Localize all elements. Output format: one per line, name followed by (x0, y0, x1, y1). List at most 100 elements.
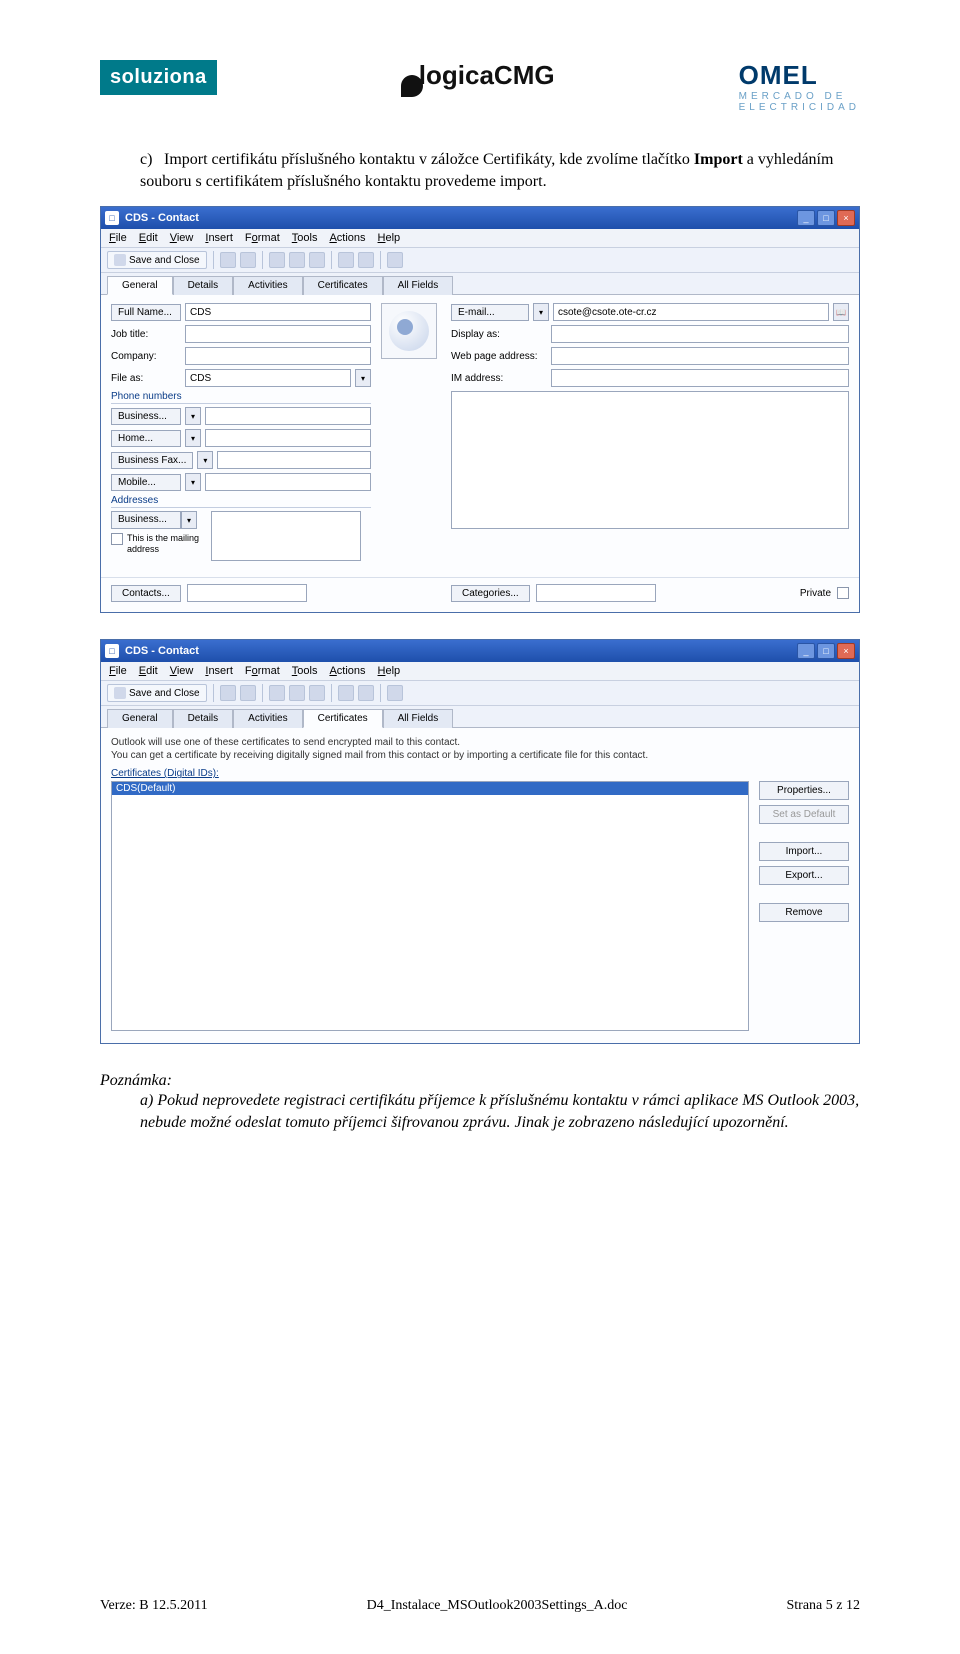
phone-bfax-button[interactable]: Business Fax... (111, 452, 193, 469)
save-icon (114, 254, 126, 266)
phone-business-button[interactable]: Business... (111, 408, 181, 425)
full-name-button[interactable]: Full Name... (111, 304, 181, 321)
webpage-input[interactable] (551, 347, 849, 365)
menu-file[interactable]: File (109, 665, 127, 677)
email-input[interactable] (553, 303, 829, 321)
notes-textarea[interactable] (451, 391, 849, 529)
company-label: Company: (111, 349, 181, 364)
phone-home-button[interactable]: Home... (111, 430, 181, 447)
tab-activities[interactable]: Activities (233, 276, 302, 295)
tab-certificates[interactable]: Certificates (303, 276, 383, 295)
file-as-input[interactable] (185, 369, 351, 387)
tab-allfields[interactable]: All Fields (383, 276, 454, 295)
contacts-button[interactable]: Contacts... (111, 585, 181, 602)
attach-icon[interactable] (240, 685, 256, 701)
properties-button[interactable]: Properties... (759, 781, 849, 800)
close-button[interactable]: × (837, 643, 855, 659)
menu-edit[interactable]: Edit (139, 232, 158, 244)
phone-mobile-dropdown[interactable]: ▾ (185, 473, 201, 491)
phone-business-input[interactable] (205, 407, 371, 425)
tab-activities[interactable]: Activities (233, 709, 302, 728)
flag-icon[interactable] (269, 252, 285, 268)
flag-icon[interactable] (269, 685, 285, 701)
check-icon[interactable] (289, 685, 305, 701)
cert-list-item-selected[interactable]: CDS(Default) (112, 782, 748, 795)
import-button[interactable]: Import... (759, 842, 849, 861)
prev-icon[interactable] (338, 252, 354, 268)
display-as-input[interactable] (551, 325, 849, 343)
menu-view[interactable]: View (170, 232, 194, 244)
save-close-button[interactable]: Save and Close (107, 684, 207, 702)
private-checkbox[interactable] (837, 587, 849, 599)
address-textarea[interactable] (211, 511, 361, 561)
menu-file[interactable]: File (109, 232, 127, 244)
tabbar: General Details Activities Certificates … (101, 273, 859, 295)
book-icon[interactable] (309, 252, 325, 268)
im-input[interactable] (551, 369, 849, 387)
addr-business-button[interactable]: Business... (111, 511, 181, 529)
menu-edit[interactable]: Edit (139, 665, 158, 677)
phone-mobile-input[interactable] (205, 473, 371, 491)
tab-details[interactable]: Details (173, 276, 234, 295)
phone-bfax-input[interactable] (217, 451, 371, 469)
footer-left: Verze: B 12.5.2011 (100, 1598, 208, 1614)
menu-format[interactable]: Format (245, 232, 280, 244)
tab-allfields[interactable]: All Fields (383, 709, 454, 728)
remove-button[interactable]: Remove (759, 903, 849, 922)
print-icon[interactable] (220, 252, 236, 268)
email-dropdown[interactable]: ▾ (533, 303, 549, 321)
menu-help[interactable]: Help (378, 232, 401, 244)
phone-business-dropdown[interactable]: ▾ (185, 407, 201, 425)
tab-general[interactable]: General (107, 709, 173, 728)
save-close-button[interactable]: Save and Close (107, 251, 207, 269)
minimize-button[interactable]: _ (797, 210, 815, 226)
close-button[interactable]: × (837, 210, 855, 226)
tab-certificates[interactable]: Certificates (303, 709, 383, 728)
menu-help[interactable]: Help (378, 665, 401, 677)
menu-format[interactable]: Format (245, 665, 280, 677)
company-input[interactable] (185, 347, 371, 365)
addr-business-dropdown[interactable]: ▾ (181, 511, 197, 529)
next-icon[interactable] (358, 252, 374, 268)
phone-home-dropdown[interactable]: ▾ (185, 429, 201, 447)
menu-insert[interactable]: Insert (205, 665, 233, 677)
prev-icon[interactable] (338, 685, 354, 701)
next-icon[interactable] (358, 685, 374, 701)
cert-listbox[interactable]: CDS(Default) (111, 781, 749, 1031)
book-icon[interactable] (309, 685, 325, 701)
print-icon[interactable] (220, 685, 236, 701)
menubar: File Edit View Insert Format Tools Actio… (101, 662, 859, 681)
menu-actions[interactable]: Actions (329, 665, 365, 677)
export-button[interactable]: Export... (759, 866, 849, 885)
check-icon[interactable] (289, 252, 305, 268)
tab-details[interactable]: Details (173, 709, 234, 728)
contacts-input[interactable] (187, 584, 307, 602)
logo-logica-text: logicaCMG (419, 60, 555, 91)
categories-input[interactable] (536, 584, 656, 602)
categories-button[interactable]: Categories... (451, 585, 530, 602)
phone-mobile-button[interactable]: Mobile... (111, 474, 181, 491)
maximize-button[interactable]: □ (817, 643, 835, 659)
phone-bfax-dropdown[interactable]: ▾ (197, 451, 213, 469)
menu-tools[interactable]: Tools (292, 665, 318, 677)
maximize-button[interactable]: □ (817, 210, 835, 226)
phone-home-input[interactable] (205, 429, 371, 447)
omel-line2: MERCADO DE (739, 91, 860, 102)
mailing-checkbox[interactable] (111, 533, 123, 545)
job-title-input[interactable] (185, 325, 371, 343)
menu-view[interactable]: View (170, 665, 194, 677)
tab-general[interactable]: General (107, 276, 173, 295)
addressbook-icon[interactable]: 📖 (833, 303, 849, 321)
attach-icon[interactable] (240, 252, 256, 268)
file-as-dropdown[interactable]: ▾ (355, 369, 371, 387)
menu-tools[interactable]: Tools (292, 232, 318, 244)
menu-insert[interactable]: Insert (205, 232, 233, 244)
email-button[interactable]: E-mail... (451, 304, 529, 321)
misc-icon[interactable] (387, 252, 403, 268)
set-default-button[interactable]: Set as Default (759, 805, 849, 824)
contact-photo[interactable] (381, 303, 437, 359)
minimize-button[interactable]: _ (797, 643, 815, 659)
misc-icon[interactable] (387, 685, 403, 701)
menu-actions[interactable]: Actions (329, 232, 365, 244)
full-name-input[interactable] (185, 303, 371, 321)
